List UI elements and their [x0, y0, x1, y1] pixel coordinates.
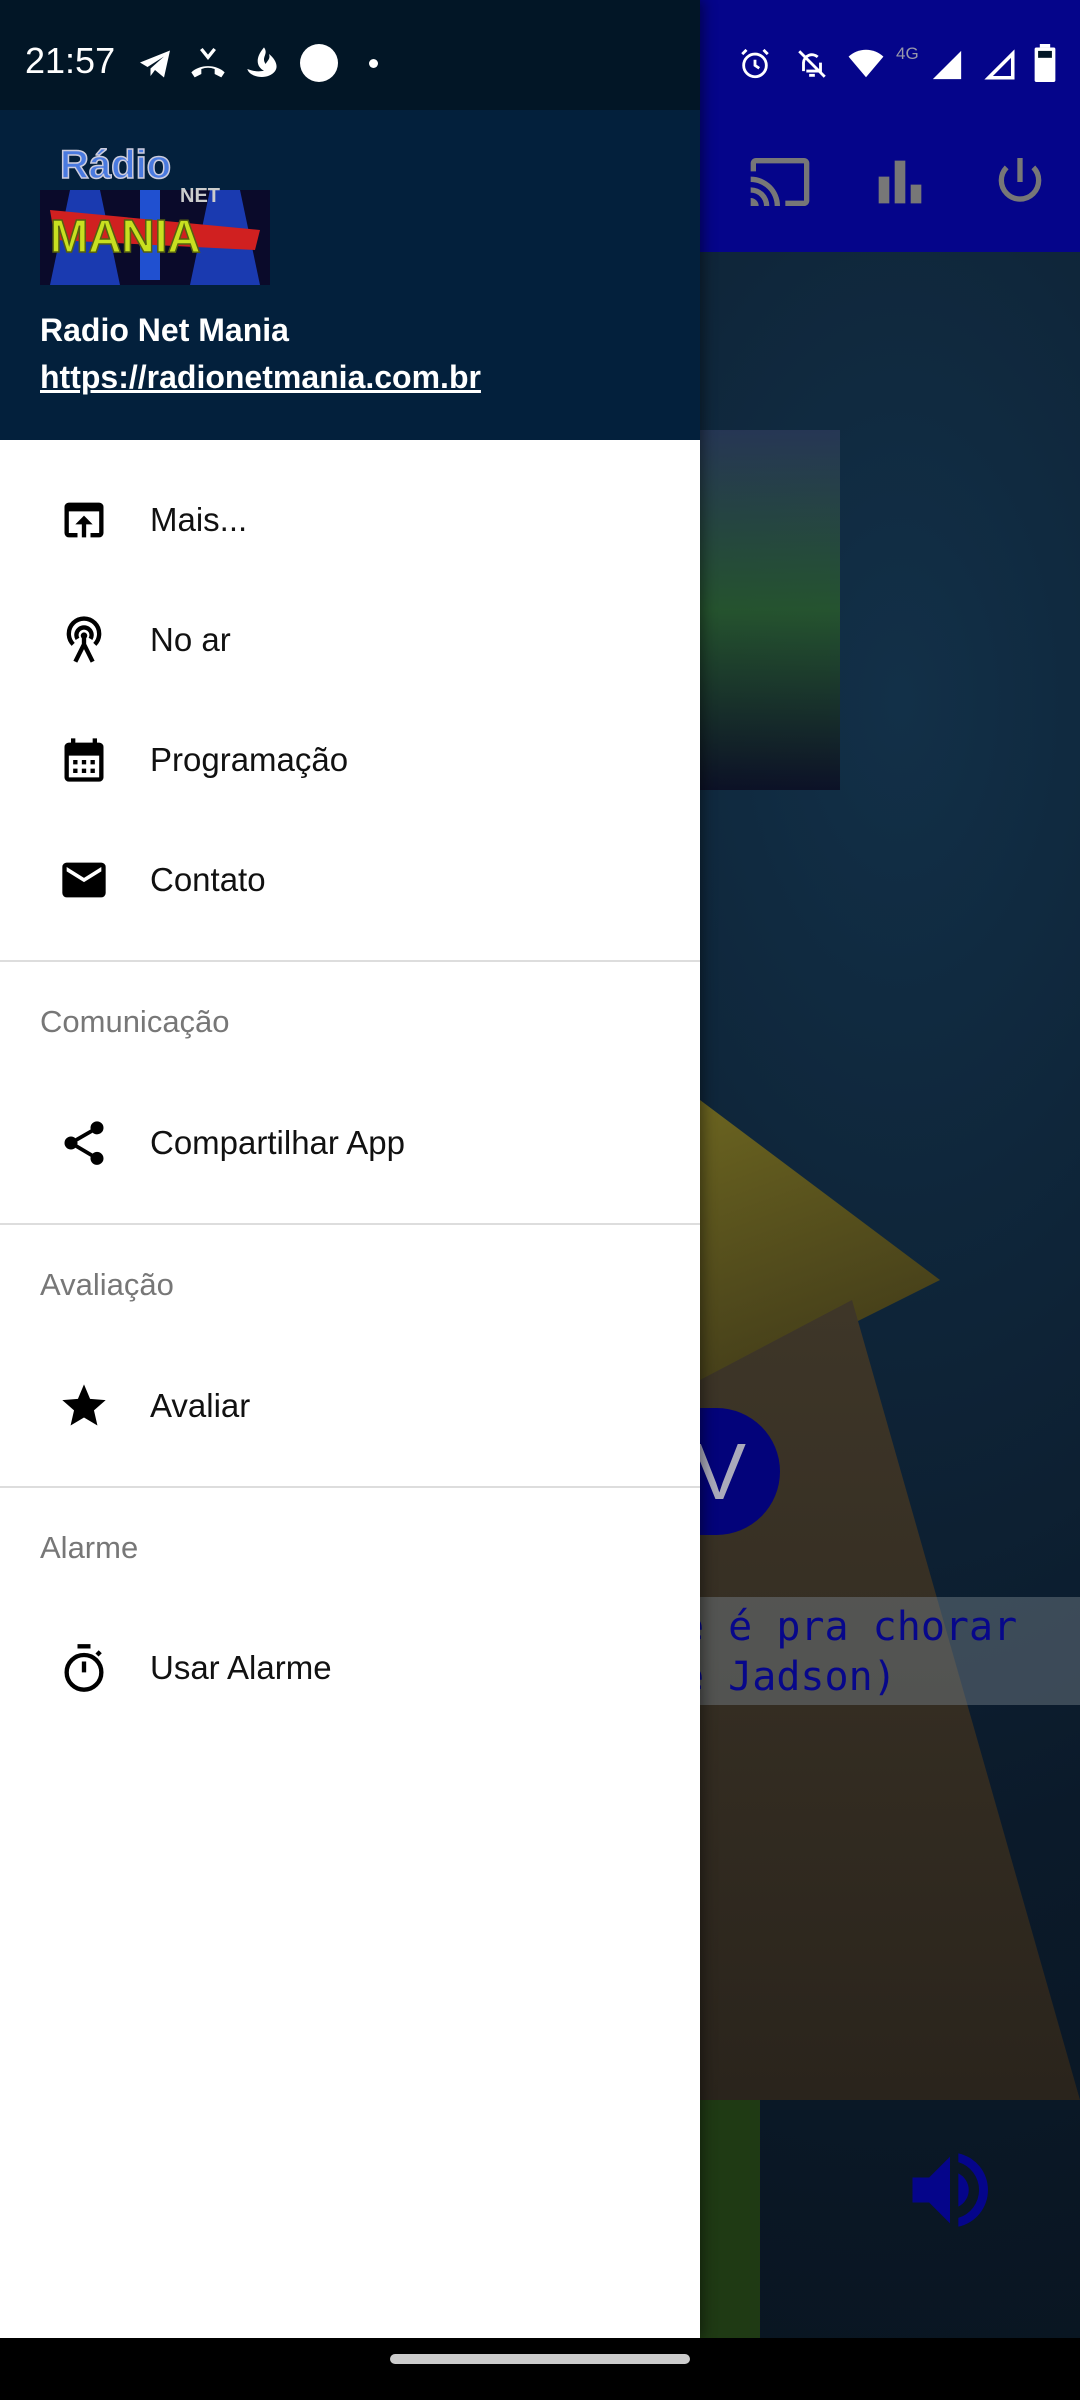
- station-logo-background: [700, 430, 840, 790]
- network-type: 4G: [896, 44, 919, 63]
- antenna-icon: [66, 616, 102, 663]
- drawer-item-avaliar[interactable]: Avaliar: [0, 1351, 700, 1461]
- svg-text:Rádio: Rádio: [60, 143, 171, 187]
- equalizer-icon[interactable]: [868, 150, 932, 214]
- now-playing-line: e é pra chorar: [680, 1604, 1018, 1650]
- svg-text:MANIA: MANIA: [50, 210, 201, 262]
- navigation-drawer: Rádio NET MANIA Radio Net Mania https://…: [0, 0, 700, 2338]
- home-gesture-handle[interactable]: [390, 2354, 690, 2364]
- status-bar: 21:57 4G: [0, 0, 1080, 110]
- drawer-item-compartilhar[interactable]: Compartilhar App: [0, 1088, 700, 1198]
- circle-icon: [300, 44, 338, 82]
- signal-icon: [932, 50, 962, 80]
- divider: [0, 960, 700, 962]
- missed-call-icon: [191, 47, 225, 78]
- drawer-item-label: Usar Alarme: [150, 1649, 332, 1686]
- navigation-bar: [0, 2338, 1080, 2400]
- drawer-item-no-ar[interactable]: No ar: [0, 585, 700, 695]
- battery-icon: [1034, 44, 1056, 82]
- volume-icon[interactable]: [900, 2140, 1000, 2240]
- alarm-icon: [741, 48, 769, 79]
- drawer-item-label: Contato: [150, 861, 266, 898]
- open-in-browser-icon: [64, 502, 104, 538]
- signal-icon: [984, 49, 1015, 80]
- drawer-item-mais[interactable]: Mais...: [0, 465, 700, 575]
- timer-icon: [64, 1644, 104, 1692]
- background-art: [700, 2100, 760, 2338]
- drawer-item-label: Avaliar: [150, 1387, 251, 1424]
- drawer-item-label: Mais...: [150, 501, 248, 538]
- section-title: Alarme: [40, 1530, 139, 1565]
- drawer-item-usar-alarme[interactable]: Usar Alarme: [0, 1613, 700, 1723]
- station-name: Radio Net Mania: [40, 312, 289, 348]
- website-link[interactable]: https://radionetmania.com.br: [40, 359, 481, 396]
- star-icon: [62, 1384, 106, 1426]
- santander-icon: [247, 47, 277, 77]
- bell-off-icon: [798, 50, 826, 78]
- svg-text:NET: NET: [180, 185, 220, 207]
- drawer-item-label: Programação: [150, 741, 349, 778]
- mail-icon: [62, 862, 106, 898]
- drawer-item-label: Compartilhar App: [150, 1124, 405, 1161]
- calendar-icon: [64, 738, 104, 782]
- divider: [0, 1223, 700, 1225]
- cast-icon[interactable]: [748, 150, 812, 214]
- share-icon: [64, 1121, 104, 1165]
- clock: 21:57: [25, 40, 116, 81]
- station-logo: Rádio NET MANIA: [40, 142, 270, 285]
- telegram-icon: [140, 50, 170, 78]
- drawer-item-contato[interactable]: Contato: [0, 825, 700, 935]
- power-icon[interactable]: [988, 150, 1052, 214]
- drawer-item-programacao[interactable]: Programação: [0, 705, 700, 815]
- drawer-item-label: No ar: [150, 621, 231, 658]
- now-playing-text: e é pra chorar e Jadson): [680, 1597, 1080, 1705]
- dot-icon: [369, 59, 378, 68]
- section-title: Comunicação: [40, 1004, 230, 1039]
- now-playing-line: e Jadson): [680, 1654, 897, 1700]
- divider: [0, 1486, 700, 1488]
- wifi-icon: [848, 49, 884, 78]
- section-title: Avaliação: [40, 1267, 174, 1302]
